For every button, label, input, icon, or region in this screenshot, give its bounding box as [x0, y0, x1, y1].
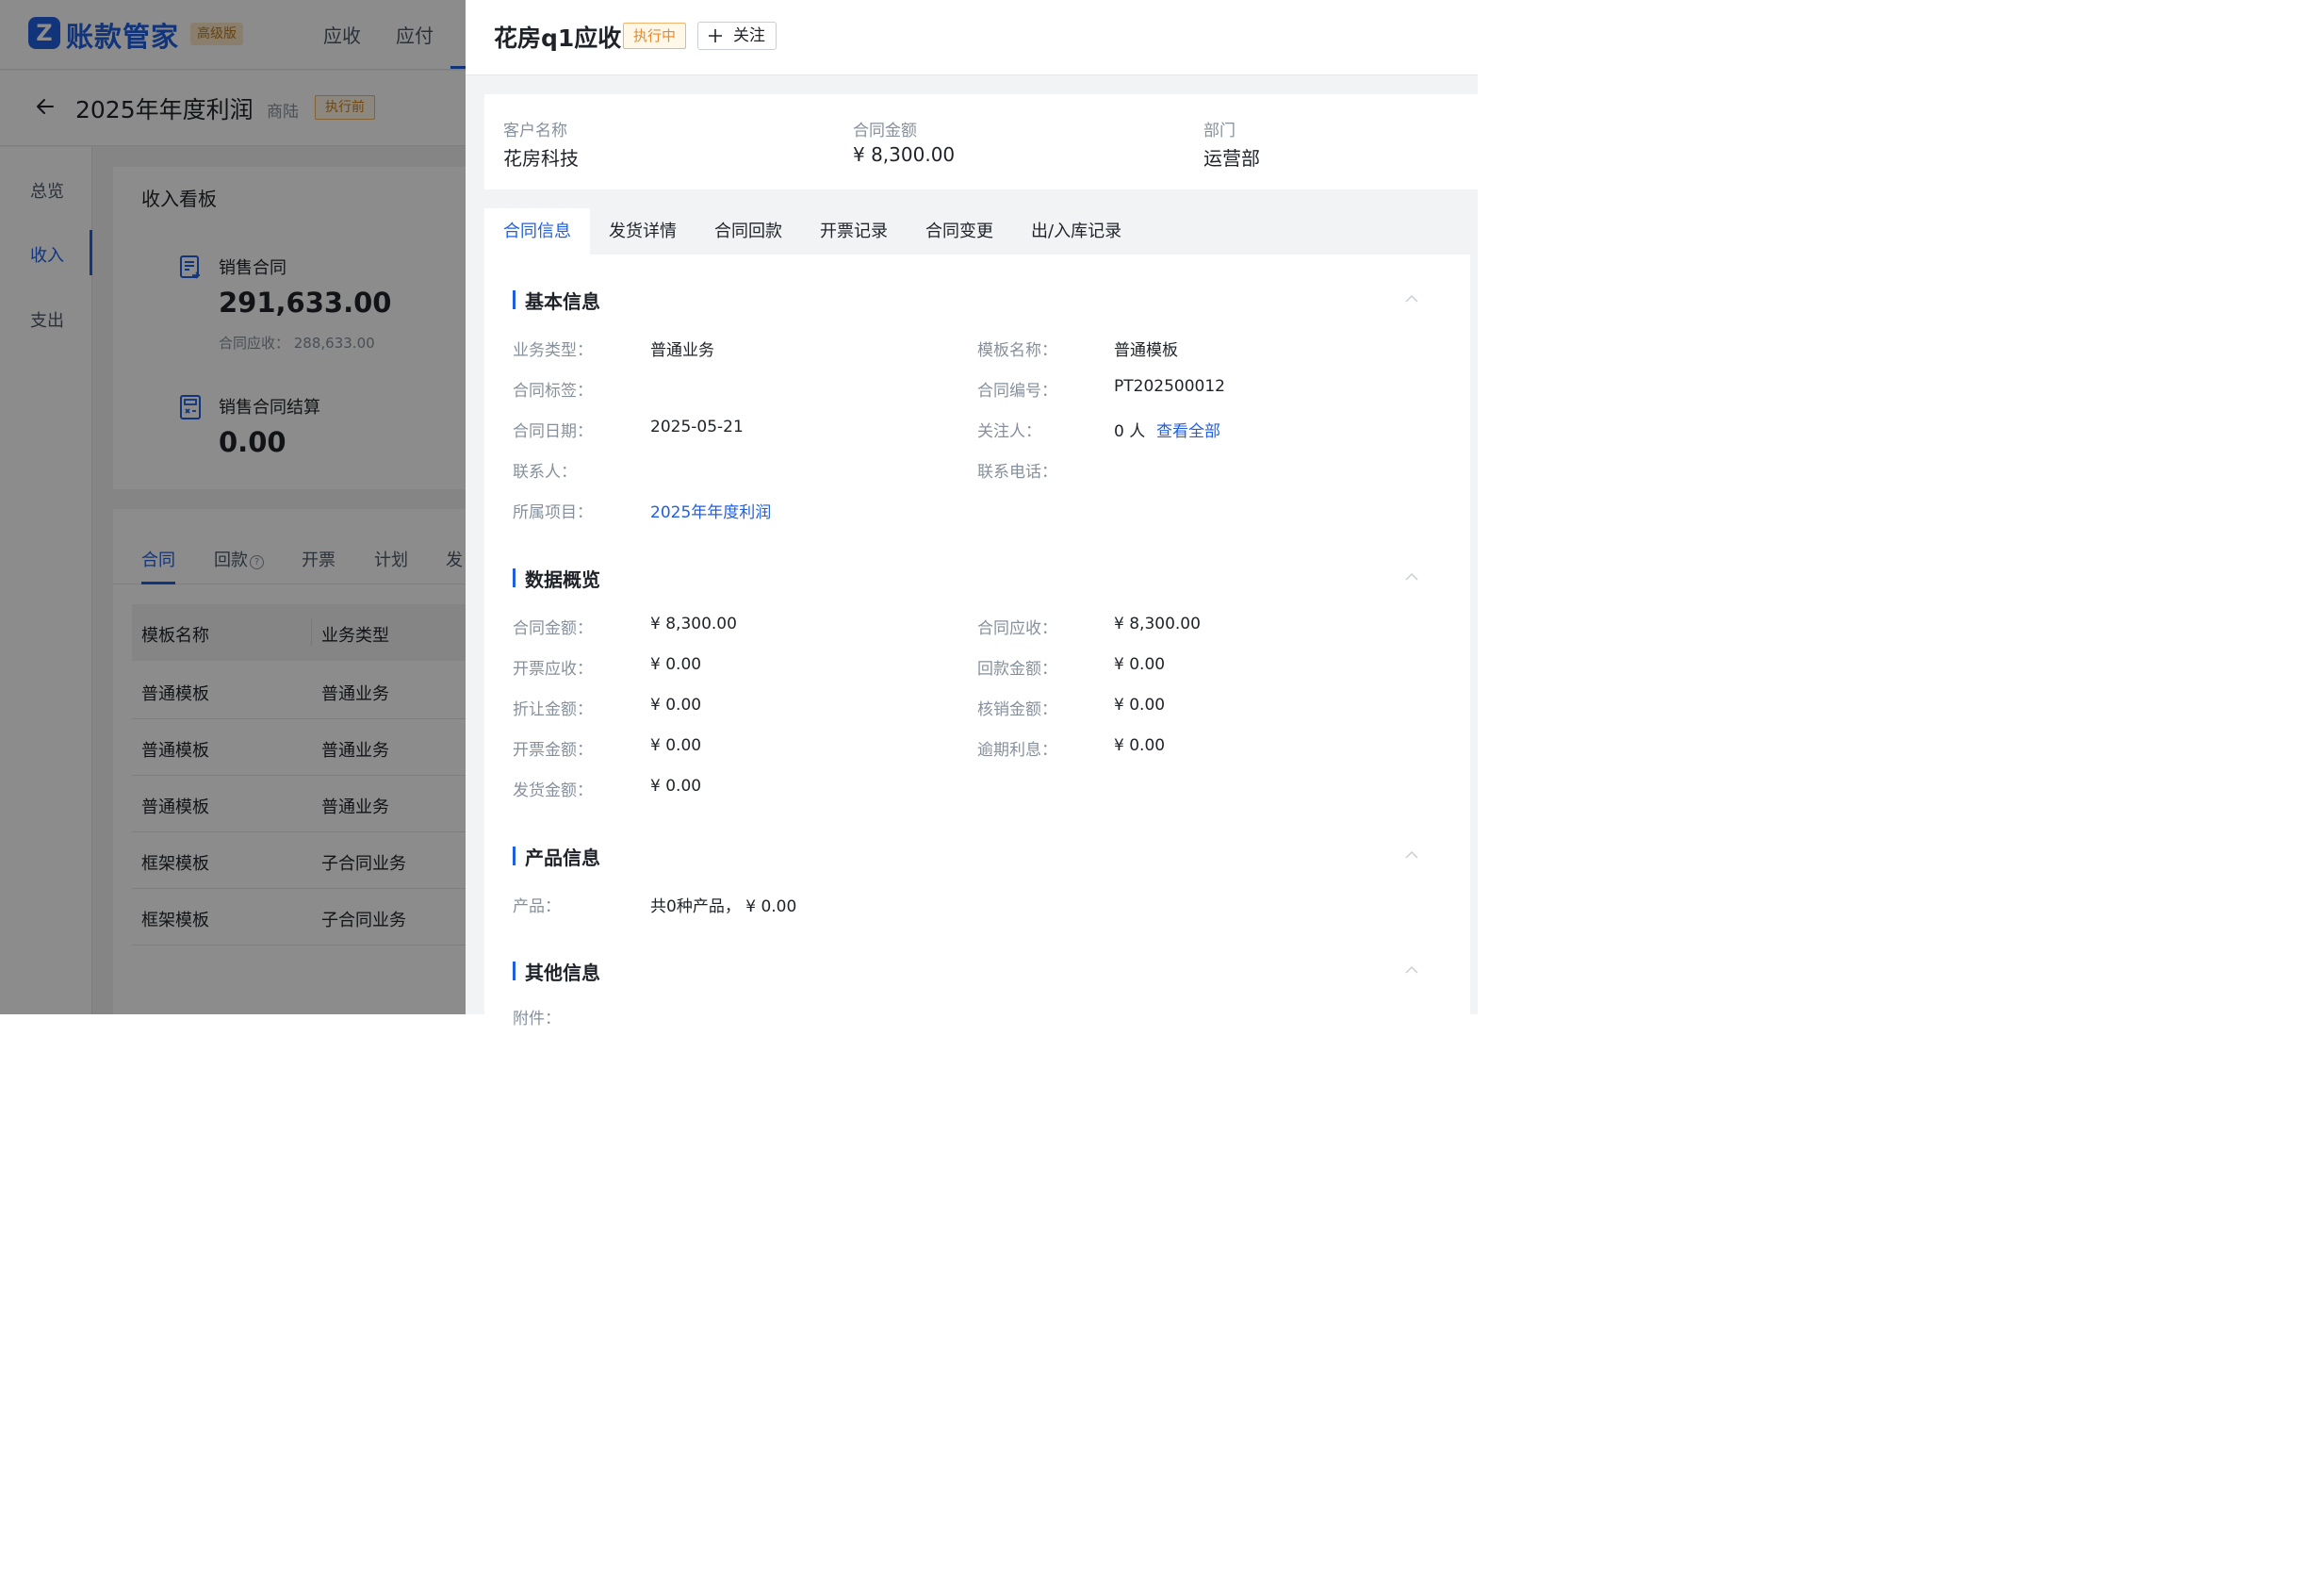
product-value: 共0种产品， ¥ 0.00 [650, 897, 797, 916]
section-basic-info-title: 基本信息 [513, 287, 600, 314]
overview-value: ¥ 0.00 [1114, 736, 1166, 755]
template-name-value: 普通模板 [1114, 341, 1178, 360]
tab-delivery-details[interactable]: 发货详情 [609, 208, 677, 255]
tab-contract-payment[interactable]: 合同回款 [714, 208, 782, 255]
overview-label: 合同应收： [977, 619, 1057, 638]
section-other-info-title: 其他信息 [513, 958, 600, 985]
drawer-title: 花房q1应收 [494, 25, 622, 52]
overview-value: ¥ 0.00 [1114, 696, 1166, 715]
overview-value: ¥ 8,300.00 [1114, 615, 1201, 633]
view-all-followers-link[interactable]: 查看全部 [1156, 418, 1220, 441]
contract-number-value: PT202500012 [1114, 377, 1225, 396]
overview-value: ¥ 0.00 [650, 777, 702, 796]
customer-name-value: 花房科技 [503, 147, 579, 170]
template-name-label: 模板名称： [977, 341, 1057, 360]
followers-label: 关注人： [977, 422, 1041, 441]
chevron-up-icon[interactable] [1404, 850, 1419, 860]
contract-date-value: 2025-05-21 [650, 418, 744, 436]
overview-label: 回款金额： [977, 660, 1057, 679]
product-label: 产品： [513, 897, 561, 916]
overview-value: ¥ 8,300.00 [650, 615, 737, 633]
attachment-label: 附件： [513, 1010, 561, 1028]
contract-tag-label: 合同标签： [513, 382, 593, 401]
department-value: 运营部 [1203, 147, 1260, 170]
overview-value: ¥ 0.00 [650, 736, 702, 755]
overview-label: 发货金额： [513, 781, 593, 800]
customer-name-label: 客户名称 [503, 122, 567, 140]
plus-icon [709, 29, 722, 42]
follow-button[interactable]: 关注 [697, 22, 777, 50]
contract-status-badge: 执行中 [623, 23, 687, 49]
chevron-up-icon[interactable] [1404, 572, 1419, 582]
followers-value: 0 人 [1114, 422, 1146, 441]
overview-value: ¥ 0.00 [1114, 655, 1166, 674]
section-data-overview-title: 数据概览 [513, 565, 600, 592]
overview-value: ¥ 0.00 [650, 696, 702, 715]
follow-button-label: 关注 [733, 26, 765, 45]
contract-number-label: 合同编号： [977, 382, 1057, 401]
contact-phone-label: 联系电话： [977, 463, 1057, 482]
section-product-info-title: 产品信息 [513, 843, 600, 870]
business-type-value: 普通业务 [650, 341, 714, 360]
contract-info-content: 基本信息 业务类型： 普通业务 模板名称： 普通模板 合同标签： 合同编号： P… [484, 255, 1470, 1028]
tab-contract-info[interactable]: 合同信息 [484, 208, 590, 255]
drawer-overlay-mask[interactable] [0, 0, 466, 1014]
contract-detail-drawer: 花房q1应收 执行中 关注 客户名称 花房科技 合同金额 ¥ 8,300.00 … [466, 0, 1478, 1028]
overview-value: ¥ 0.00 [650, 655, 702, 674]
drawer-header: 花房q1应收 执行中 关注 [466, 0, 1478, 75]
chevron-up-icon[interactable] [1404, 294, 1419, 304]
tab-invoice-records[interactable]: 开票记录 [820, 208, 888, 255]
tab-contract-changes[interactable]: 合同变更 [925, 208, 993, 255]
project-label: 所属项目： [513, 503, 593, 522]
contact-label: 联系人： [513, 463, 577, 482]
business-type-label: 业务类型： [513, 341, 593, 360]
overview-label: 核销金额： [977, 700, 1057, 719]
chevron-up-icon[interactable] [1404, 965, 1419, 975]
project-link[interactable]: 2025年年度利润 [650, 499, 771, 522]
contract-amount-label: 合同金额 [853, 122, 917, 140]
drawer-tabs: 合同信息 发货详情 合同回款 开票记录 合同变更 出/入库记录 [484, 208, 1478, 255]
contract-date-label: 合同日期： [513, 422, 593, 441]
overview-label: 合同金额： [513, 619, 593, 638]
overview-label: 开票应收： [513, 660, 593, 679]
overview-label: 开票金额： [513, 741, 593, 760]
content-scroll-edge [1470, 255, 1478, 1014]
department-label: 部门 [1203, 122, 1236, 140]
tab-stock-records[interactable]: 出/入库记录 [1031, 208, 1121, 255]
overview-label: 折让金额： [513, 700, 593, 719]
contract-summary: 客户名称 花房科技 合同金额 ¥ 8,300.00 部门 运营部 [484, 94, 1478, 189]
overview-label: 逾期利息： [977, 741, 1057, 760]
contract-amount-value: ¥ 8,300.00 [853, 143, 956, 166]
